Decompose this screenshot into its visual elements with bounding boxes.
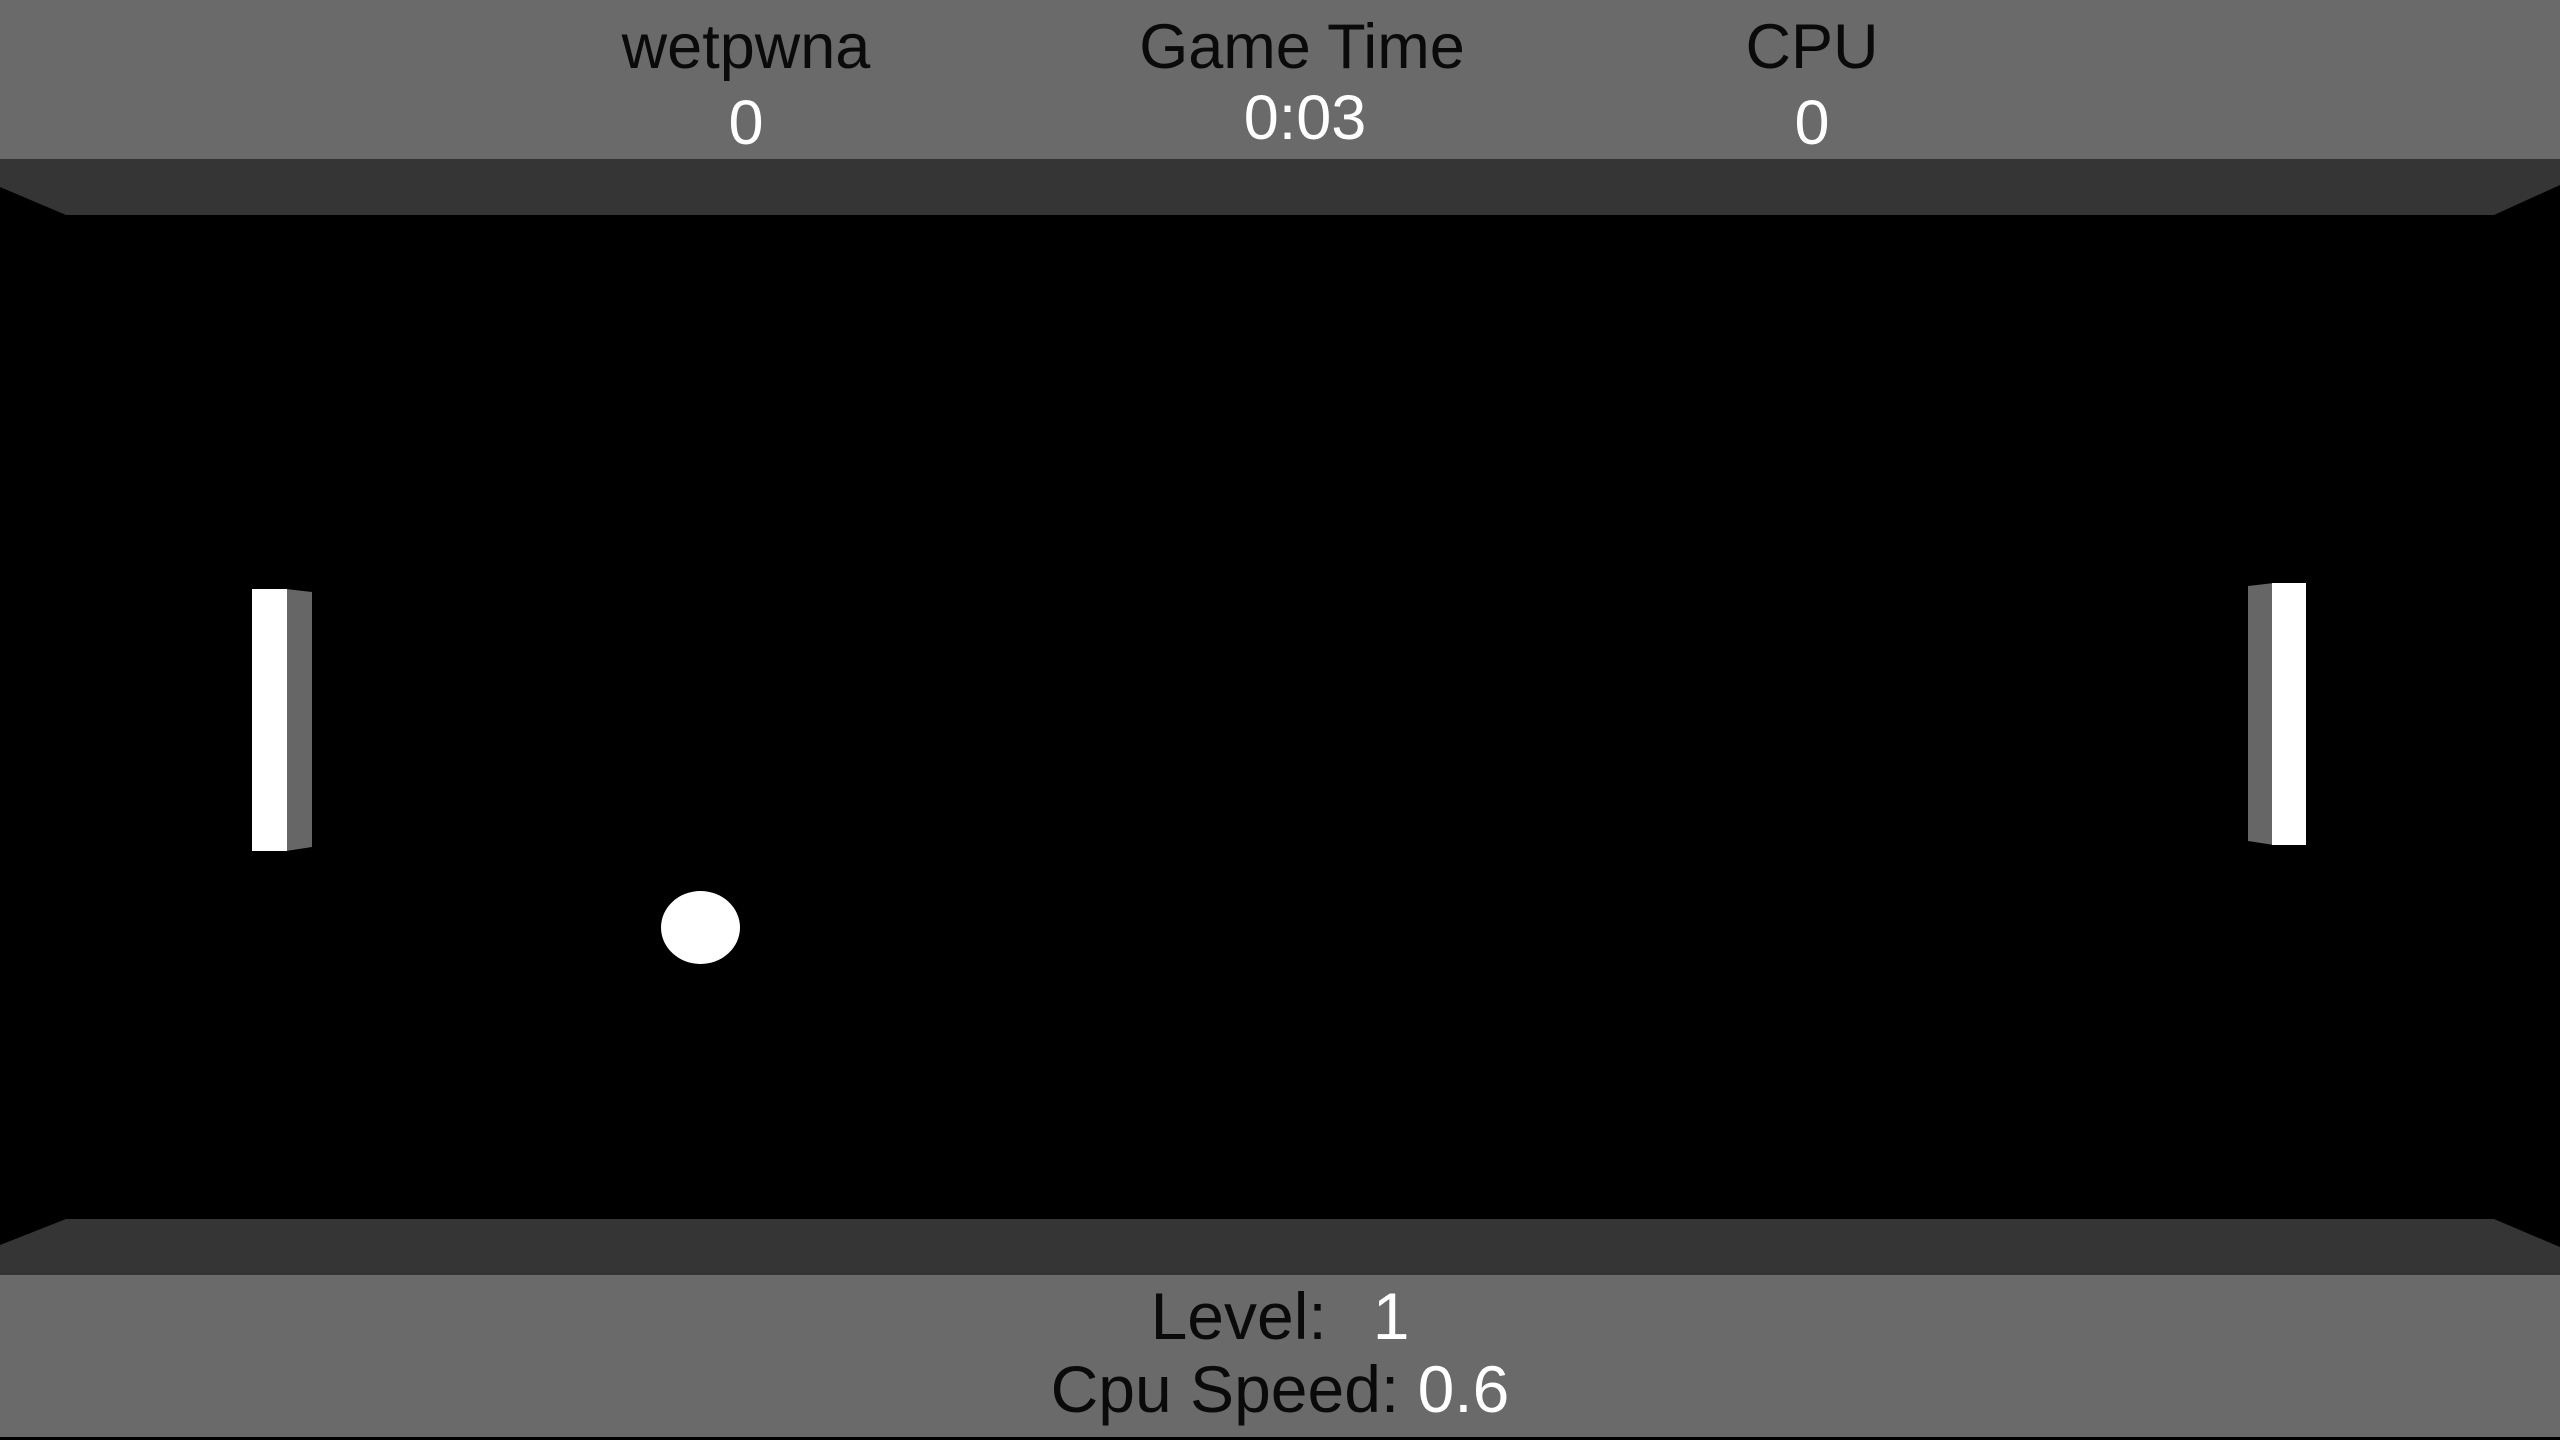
cpu-speed-value: 0.6 (1417, 1352, 1510, 1426)
player-name: wetpwna (621, 12, 871, 82)
level-label: Level: (1150, 1279, 1327, 1353)
opponent-name: CPU (1745, 12, 1879, 82)
player-score: 0 (728, 88, 764, 158)
opponent-score: 0 (1794, 88, 1830, 158)
game-viewport[interactable]: wetpwna 0 Game Time 0:03 CPU 0 Level: 1 C… (0, 0, 2560, 1440)
bottom-wall (0, 1219, 2560, 1275)
player-paddle[interactable] (250, 588, 314, 852)
bottom-hud-bar: Level: 1 Cpu Speed: 0.6 (0, 1275, 2560, 1437)
cpu-speed-label: Cpu Speed: (1050, 1352, 1400, 1426)
cpu-speed-readout: Cpu Speed: 0.6 (1051, 1356, 1510, 1422)
level-value: 1 (1372, 1279, 1410, 1353)
cpu-paddle (2248, 583, 2306, 845)
game-time-value: 0:03 (1243, 83, 1367, 153)
top-wall (0, 159, 2560, 215)
level-readout: Level: 1 (1151, 1283, 1410, 1349)
top-hud-bar: wetpwna 0 Game Time 0:03 CPU 0 (0, 0, 2560, 159)
ball (661, 891, 740, 964)
game-time-label: Game Time (1139, 12, 1465, 82)
